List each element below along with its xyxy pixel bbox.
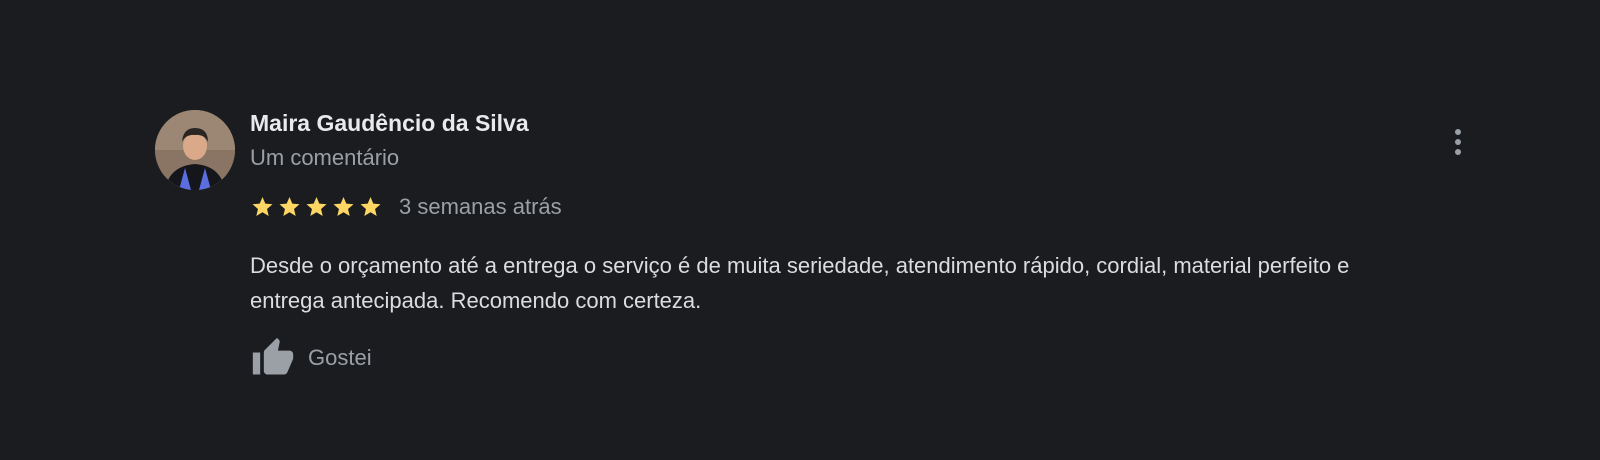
reviewer-avatar[interactable] <box>155 110 235 190</box>
rating-row: 3 semanas atrás <box>250 194 562 220</box>
avatar-photo <box>155 110 235 190</box>
star-icon <box>333 197 354 216</box>
star-rating <box>250 195 383 219</box>
thumbs-up-icon <box>252 337 294 375</box>
star-icon <box>360 197 381 216</box>
reviewer-name[interactable]: Maira Gaudêncio da Silva <box>250 110 529 137</box>
review-date: 3 semanas atrás <box>399 194 562 219</box>
review-card: Maira Gaudêncio da Silva Um comentário 3… <box>155 108 1461 398</box>
like-label: Gostei <box>308 345 372 370</box>
more-vert-icon <box>1455 129 1461 155</box>
like-button[interactable]: Gostei <box>250 336 372 380</box>
star-icon <box>306 197 327 216</box>
star-icon <box>252 197 273 216</box>
review-text: Desde o orçamento até a entrega o serviç… <box>250 253 1350 313</box>
reviewer-review-count: Um comentário <box>250 145 400 170</box>
star-icon <box>279 197 300 216</box>
more-options-button[interactable] <box>1440 122 1476 162</box>
